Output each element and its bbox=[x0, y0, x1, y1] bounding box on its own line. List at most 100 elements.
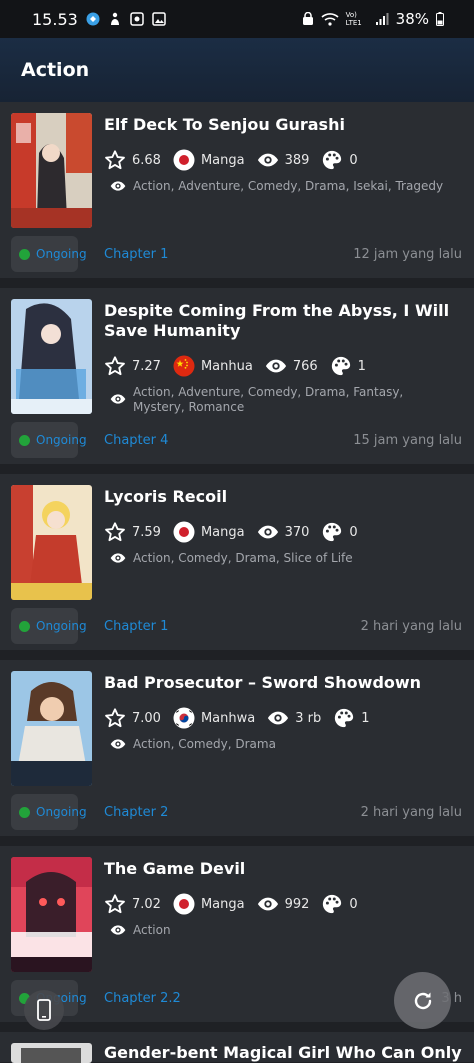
color-count: 0 bbox=[349, 152, 358, 168]
status-bar: 15.53 Vo) LTE1 38% bbox=[0, 0, 474, 38]
phone-mode-button[interactable] bbox=[24, 990, 64, 1030]
eye-icon bbox=[110, 394, 126, 404]
status-badge: Ongoing bbox=[11, 422, 87, 458]
signal-icon bbox=[375, 13, 389, 25]
comic-title[interactable]: Elf Deck To Senjou Gurashi bbox=[104, 115, 454, 135]
refresh-button[interactable] bbox=[394, 972, 451, 1029]
star-icon bbox=[105, 150, 125, 170]
genre-list: Action, Adventure, Comedy, Drama, Fantas… bbox=[133, 385, 404, 414]
status-badge: Ongoing bbox=[11, 794, 87, 830]
status-label: Ongoing bbox=[36, 619, 87, 633]
japan-flag-icon bbox=[173, 893, 195, 915]
battery-percent: 38% bbox=[395, 10, 429, 28]
status-dot bbox=[19, 806, 30, 818]
view-count: 389 bbox=[284, 152, 310, 168]
lock-icon bbox=[302, 12, 313, 25]
genre-row: Action, Adventure, Comedy, Drama, Fantas… bbox=[110, 385, 433, 415]
genre-row: Action, Comedy, Drama bbox=[110, 737, 453, 752]
palette-icon bbox=[323, 522, 342, 542]
comic-meta: 7.00 Manhwa 3 rb 1 bbox=[104, 707, 382, 729]
comic-type: Manhwa bbox=[200, 710, 256, 726]
star-icon bbox=[105, 894, 125, 914]
star-icon bbox=[105, 522, 125, 542]
gallery-icon bbox=[130, 12, 144, 26]
phone-icon bbox=[37, 999, 51, 1021]
palette-icon bbox=[335, 708, 354, 728]
eye-icon bbox=[110, 553, 126, 563]
eye-icon bbox=[257, 897, 278, 911]
comic-cover[interactable] bbox=[11, 299, 92, 414]
status-badge: Ongoing bbox=[11, 236, 87, 272]
comic-type: Manga bbox=[200, 152, 245, 168]
status-label: Ongoing bbox=[36, 247, 87, 261]
genre-list: Action, Comedy, Drama, Slice of Life bbox=[133, 551, 353, 565]
clock: 15.53 bbox=[32, 9, 78, 29]
eye-icon bbox=[257, 525, 278, 539]
rating: 7.00 bbox=[132, 710, 161, 726]
comic-meta: 6.68 Manga 389 0 bbox=[104, 149, 370, 171]
updated-time: 12 jam yang lalu bbox=[353, 247, 462, 262]
comic-card[interactable]: Bad Prosecutor – Sword Showdown 7.00 Man… bbox=[0, 660, 474, 836]
rating: 6.68 bbox=[132, 152, 161, 168]
star-icon bbox=[105, 708, 125, 728]
korea-flag-icon bbox=[173, 707, 195, 729]
comic-title[interactable]: Lycoris Recoil bbox=[104, 487, 454, 507]
comic-cover[interactable] bbox=[11, 113, 92, 228]
comic-cover[interactable] bbox=[11, 485, 92, 600]
status-label: Ongoing bbox=[36, 433, 87, 447]
latest-chapter-link[interactable]: Chapter 2 bbox=[104, 805, 168, 820]
comic-cover[interactable] bbox=[11, 1043, 92, 1063]
status-dot bbox=[19, 248, 30, 260]
updated-time: 2 hari yang lalu bbox=[360, 619, 462, 634]
view-count: 766 bbox=[292, 358, 318, 374]
genre-row: Action, Adventure, Comedy, Drama, Isekai… bbox=[110, 179, 453, 194]
eye-icon bbox=[110, 925, 126, 935]
color-count: 0 bbox=[349, 896, 358, 912]
latest-chapter-link[interactable]: Chapter 1 bbox=[104, 247, 168, 262]
comic-card[interactable]: Lycoris Recoil 7.59 Manga 370 0 Action, … bbox=[0, 474, 474, 650]
status-dot bbox=[19, 620, 30, 632]
status-label: Ongoing bbox=[36, 805, 87, 819]
color-count: 0 bbox=[349, 524, 358, 540]
image-icon bbox=[152, 12, 166, 26]
view-count: 370 bbox=[284, 524, 310, 540]
comic-meta: 7.59 Manga 370 0 bbox=[104, 521, 370, 543]
comic-meta: 7.27 Manhua 766 1 bbox=[104, 355, 378, 377]
eye-icon bbox=[257, 153, 278, 167]
color-count: 1 bbox=[361, 710, 370, 726]
comic-title[interactable]: Bad Prosecutor – Sword Showdown bbox=[104, 673, 454, 693]
comic-title[interactable]: Despite Coming From the Abyss, I Will Sa… bbox=[104, 301, 454, 341]
latest-chapter-link[interactable]: Chapter 2.2 bbox=[104, 991, 181, 1006]
comic-meta: 7.02 Manga 992 0 bbox=[104, 893, 370, 915]
latest-chapter-link[interactable]: Chapter 1 bbox=[104, 619, 168, 634]
figure-icon bbox=[110, 12, 119, 25]
comic-type: Manhua bbox=[200, 358, 253, 374]
genre-list: Action, Comedy, Drama bbox=[133, 737, 276, 751]
rating: 7.59 bbox=[132, 524, 161, 540]
comic-cover[interactable] bbox=[11, 671, 92, 786]
palette-icon bbox=[323, 150, 342, 170]
comic-card[interactable]: Elf Deck To Senjou Gurashi 6.68 Manga 38… bbox=[0, 102, 474, 278]
rating: 7.02 bbox=[132, 896, 161, 912]
wifi-icon bbox=[321, 13, 339, 26]
battery-icon bbox=[436, 12, 444, 26]
color-count: 1 bbox=[357, 358, 366, 374]
comic-title[interactable]: The Game Devil bbox=[104, 859, 454, 879]
status-badge: Ongoing bbox=[11, 608, 87, 644]
app-notification-icon bbox=[86, 12, 100, 26]
genre-row: Action, Comedy, Drama, Slice of Life bbox=[110, 551, 453, 566]
updated-time: 2 hari yang lalu bbox=[360, 805, 462, 820]
japan-flag-icon bbox=[173, 521, 195, 543]
view-count: 3 rb bbox=[295, 710, 322, 726]
palette-icon bbox=[323, 894, 342, 914]
japan-flag-icon bbox=[173, 149, 195, 171]
page-title: Action bbox=[21, 59, 90, 81]
app-bar: Action bbox=[0, 38, 474, 102]
eye-icon bbox=[110, 181, 126, 191]
comic-cover[interactable] bbox=[11, 857, 92, 972]
china-flag-icon bbox=[173, 355, 195, 377]
comic-card[interactable]: Despite Coming From the Abyss, I Will Sa… bbox=[0, 288, 474, 464]
view-count: 992 bbox=[284, 896, 310, 912]
latest-chapter-link[interactable]: Chapter 4 bbox=[104, 433, 168, 448]
genre-row: Action bbox=[110, 923, 453, 938]
